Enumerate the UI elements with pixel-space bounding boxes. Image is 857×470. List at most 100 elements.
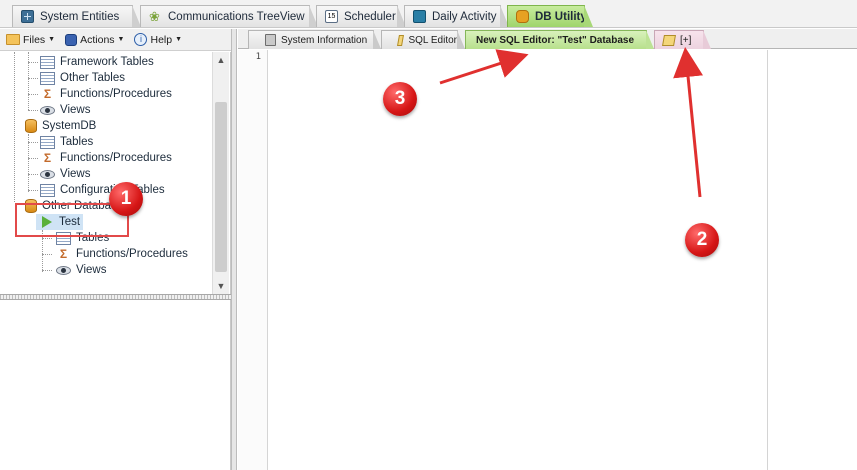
- tree-connector: [42, 254, 52, 255]
- editor-tab-label: New SQL Editor: "Test" Database: [476, 34, 635, 46]
- annotation-badge-2: 2: [685, 223, 719, 257]
- tree-connector: [28, 94, 38, 95]
- editor-tab-label: System Information: [281, 34, 368, 46]
- tab-scheduler[interactable]: 15 Scheduler: [316, 5, 406, 27]
- tree-connector: [28, 190, 38, 191]
- tab-label: Daily Activity: [432, 10, 497, 23]
- eye-icon: [40, 105, 55, 115]
- help-menu-button[interactable]: i Help ▼: [134, 33, 182, 46]
- left-lower-panel: [0, 300, 231, 470]
- tree-item-functions-procedures[interactable]: Σ Functions/Procedures: [40, 86, 172, 102]
- tree-item-label: Tables: [60, 136, 94, 148]
- folder-icon: [6, 34, 20, 45]
- eye-icon: [56, 265, 71, 275]
- tree-scrollbar[interactable]: ▲ ▼: [212, 52, 229, 294]
- leaf-icon: ❀: [149, 9, 160, 24]
- tree-item-label: Other Tables: [60, 72, 125, 84]
- line-number: 1: [255, 52, 261, 62]
- tree-item-label: Views: [60, 104, 91, 116]
- files-label: Files: [23, 33, 46, 46]
- editor-tab-strip: System Information SQL Editor New SQL Ed…: [238, 29, 857, 49]
- editor-tab-label: SQL Editor: [408, 34, 457, 46]
- vertical-splitter[interactable]: [231, 29, 237, 470]
- tree-item-functions-procedures[interactable]: Σ Functions/Procedures: [40, 150, 172, 166]
- tree-connector: [28, 158, 38, 159]
- left-toolbar: Files ▼ Actions ▼ i Help ▼: [0, 29, 231, 51]
- tree-item-systemdb[interactable]: SystemDB: [25, 118, 96, 134]
- tree-connector: [28, 174, 38, 175]
- tree-item-views[interactable]: Views: [40, 166, 90, 182]
- sigma-icon: Σ: [43, 150, 52, 165]
- database-icon: [516, 10, 529, 23]
- sigma-icon: Σ: [59, 246, 68, 261]
- scrollbar-thumb[interactable]: [215, 102, 227, 272]
- annotation-badge-1: 1: [109, 182, 143, 216]
- tab-db-utility[interactable]: DB Utility: [507, 5, 593, 27]
- tab-label: Scheduler: [344, 10, 396, 23]
- tree-item-label: SystemDB: [42, 120, 97, 132]
- tab-label: DB Utility: [535, 10, 587, 23]
- grid-icon: [21, 10, 34, 23]
- tree-connector: [28, 142, 38, 143]
- line-number-gutter: 1: [238, 50, 268, 470]
- tree-connector: [28, 110, 38, 111]
- tab-system-entities[interactable]: System Entities: [12, 5, 141, 27]
- tree-item-tables[interactable]: Tables: [40, 134, 93, 150]
- sql-editor-icon: [662, 34, 676, 46]
- table-icon: [40, 55, 55, 69]
- tab-communications-treeview[interactable]: ❀ Communications TreeView: [140, 5, 318, 27]
- tree-connector: [14, 52, 15, 202]
- database-tree: Framework Tables Other Tables Σ Function…: [0, 52, 231, 294]
- annotation-badge-3: 3: [383, 82, 417, 116]
- editor-tab-label: [+]: [680, 34, 692, 46]
- sql-editor-icon: [397, 34, 405, 46]
- tab-label: System Entities: [40, 10, 120, 23]
- tree-item-label: Views: [76, 264, 107, 276]
- tree-item-views[interactable]: Views: [40, 102, 90, 118]
- dropdown-caret-icon: ▼: [175, 36, 183, 43]
- actions-label: Actions: [80, 33, 115, 46]
- editor-right-area: [768, 50, 857, 470]
- tree-connector: [28, 78, 38, 79]
- scroll-down-arrow-icon[interactable]: ▼: [213, 278, 229, 294]
- tree-connector: [28, 52, 29, 110]
- table-icon: [40, 135, 55, 149]
- tree-item-label: Functions/Procedures: [60, 88, 172, 100]
- tree-item-label: Functions/Procedures: [60, 152, 172, 164]
- scroll-up-arrow-icon[interactable]: ▲: [213, 52, 229, 68]
- dropdown-caret-icon: ▼: [48, 36, 56, 43]
- tab-label: Communications TreeView: [168, 10, 305, 23]
- actions-menu-button[interactable]: Actions ▼: [65, 33, 125, 46]
- tree-item-label: Framework Tables: [60, 56, 154, 68]
- table-icon: [40, 71, 55, 85]
- tab-daily-activity[interactable]: Daily Activity: [404, 5, 509, 27]
- files-menu-button[interactable]: Files ▼: [6, 34, 55, 46]
- help-label: Help: [150, 33, 173, 46]
- daily-grid-icon: [413, 10, 426, 23]
- tree-item-configuration-tables[interactable]: Configuration Tables: [40, 182, 165, 198]
- tree-connector: [42, 238, 52, 239]
- tree-item-framework-tables[interactable]: Framework Tables: [40, 54, 154, 70]
- sql-editor-textarea[interactable]: [269, 50, 767, 470]
- tab-system-information[interactable]: System Information: [248, 30, 381, 49]
- tree-item-functions-procedures[interactable]: Σ Functions/Procedures: [56, 246, 188, 262]
- system-info-icon: [265, 34, 276, 46]
- tab-new-sql-editor-test[interactable]: New SQL Editor: "Test" Database: [465, 30, 654, 49]
- tree-item-label: Views: [60, 168, 91, 180]
- dropdown-caret-icon: ▼: [117, 36, 125, 43]
- help-icon: i: [134, 33, 148, 46]
- tree-connector: [28, 62, 38, 63]
- main-tab-strip: System Entities ❀ Communications TreeVie…: [0, 0, 857, 28]
- calendar-icon: 15: [325, 10, 338, 23]
- tree-connector: [42, 270, 52, 271]
- tab-add-new-editor[interactable]: [+]: [654, 30, 711, 49]
- sigma-icon: Σ: [43, 86, 52, 101]
- table-icon: [40, 183, 55, 197]
- tree-item-other-tables[interactable]: Other Tables: [40, 70, 125, 86]
- tab-sql-editor[interactable]: SQL Editor: [381, 30, 465, 49]
- tree-item-views[interactable]: Views: [56, 262, 106, 278]
- tree-item-label: Functions/Procedures: [76, 248, 188, 260]
- database-icon: [25, 119, 37, 133]
- eye-icon: [40, 169, 55, 179]
- actions-icon: [65, 33, 78, 46]
